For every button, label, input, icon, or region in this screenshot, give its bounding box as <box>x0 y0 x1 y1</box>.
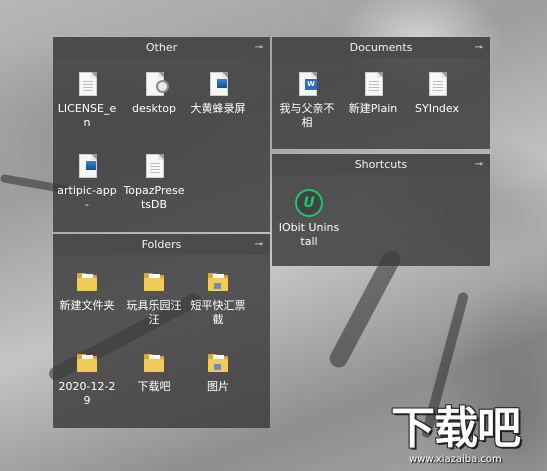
document-icon <box>429 72 447 96</box>
desktop-item[interactable]: 2020-12-29 <box>56 350 118 408</box>
item-label: 2020-12-29 <box>58 380 116 407</box>
app-shortcut-icon <box>210 72 228 96</box>
fence-other[interactable]: Other ⊸ LICENSE_en desktop 大黄蜂录屏 artipic… <box>53 37 270 232</box>
settings-document-icon <box>146 72 169 96</box>
item-label: LICENSE_en <box>57 102 117 129</box>
item-label: desktop <box>132 102 176 115</box>
item-label: 玩具乐园汪汪 <box>126 299 182 326</box>
fence-documents[interactable]: Documents ⊸ W 我与父亲不相 新建Plain SYIndex <box>272 37 490 149</box>
folder-icon <box>77 273 97 291</box>
item-label: 图片 <box>207 380 229 393</box>
pin-icon[interactable]: ⊸ <box>475 154 483 175</box>
fence-shortcuts-title-bar[interactable]: Shortcuts ⊸ <box>272 154 490 175</box>
word-document-icon: W <box>299 72 317 96</box>
folder-icon <box>144 273 164 291</box>
pin-icon[interactable]: ⊸ <box>475 37 483 58</box>
folder-icon <box>144 354 164 372</box>
fence-title: Other <box>145 41 178 54</box>
desktop-item[interactable]: W 我与父亲不相 <box>276 72 338 130</box>
desktop-item[interactable]: LICENSE_en <box>56 72 118 130</box>
fence-folders-title-bar[interactable]: Folders ⊸ <box>53 234 270 255</box>
fence-title: Shortcuts <box>354 158 408 171</box>
item-label: 新建文件夹 <box>59 299 115 312</box>
desktop-item[interactable]: U IObit Uninstall <box>278 189 340 249</box>
fence-title: Documents <box>349 41 413 54</box>
document-icon <box>365 72 383 96</box>
watermark-logo: 下载吧 www.xiazaiba.com <box>391 405 541 467</box>
fence-shortcuts[interactable]: Shortcuts ⊸ U IObit Uninstall <box>272 154 490 266</box>
desktop-item[interactable]: desktop <box>123 72 185 116</box>
folder-icon <box>208 273 228 291</box>
desktop-item[interactable]: 短平快汇票截 <box>187 269 249 327</box>
item-label: artipic-app- <box>57 184 117 211</box>
item-label: 新建Plain <box>348 102 398 115</box>
item-label: TopazPresetsDB <box>123 184 185 211</box>
pin-icon[interactable]: ⊸ <box>255 234 263 255</box>
desktop-item[interactable]: 图片 <box>187 350 249 394</box>
desktop-item[interactable]: 玩具乐园汪汪 <box>123 269 185 327</box>
folder-icon <box>208 354 228 372</box>
item-label: 我与父亲不相 <box>279 102 335 129</box>
desktop-item[interactable]: 大黄蜂录屏 <box>187 72 249 116</box>
pin-icon[interactable]: ⊸ <box>255 37 263 58</box>
fence-title: Folders <box>141 238 182 251</box>
iobit-icon: U <box>295 189 323 217</box>
item-label: 下载吧 <box>137 380 171 393</box>
item-label: IObit Uninstall <box>278 221 340 248</box>
desktop-item[interactable]: TopazPresetsDB <box>123 154 185 212</box>
folder-icon <box>77 354 97 372</box>
desktop-item[interactable]: 新建文件夹 <box>56 269 118 313</box>
watermark-text: 下载吧 <box>391 403 521 454</box>
fence-other-title-bar[interactable]: Other ⊸ <box>53 37 270 58</box>
item-label: SYIndex <box>415 102 459 115</box>
item-label: 短平快汇票截 <box>190 299 246 326</box>
desktop-item[interactable]: 下载吧 <box>123 350 185 394</box>
item-label: 大黄蜂录屏 <box>190 102 246 115</box>
fence-documents-title-bar[interactable]: Documents ⊸ <box>272 37 490 58</box>
fence-folders[interactable]: Folders ⊸ 新建文件夹 玩具乐园汪汪 短平快汇票截 2020-12-29… <box>53 234 270 428</box>
document-icon <box>79 72 97 96</box>
desktop-item[interactable]: 新建Plain <box>342 72 404 116</box>
desktop-item[interactable]: SYIndex <box>406 72 468 116</box>
document-icon <box>146 154 164 178</box>
desktop-item[interactable]: artipic-app- <box>56 154 118 212</box>
watermark-url: www.xiazaiba.com <box>409 454 502 465</box>
app-shortcut-icon <box>79 154 97 178</box>
